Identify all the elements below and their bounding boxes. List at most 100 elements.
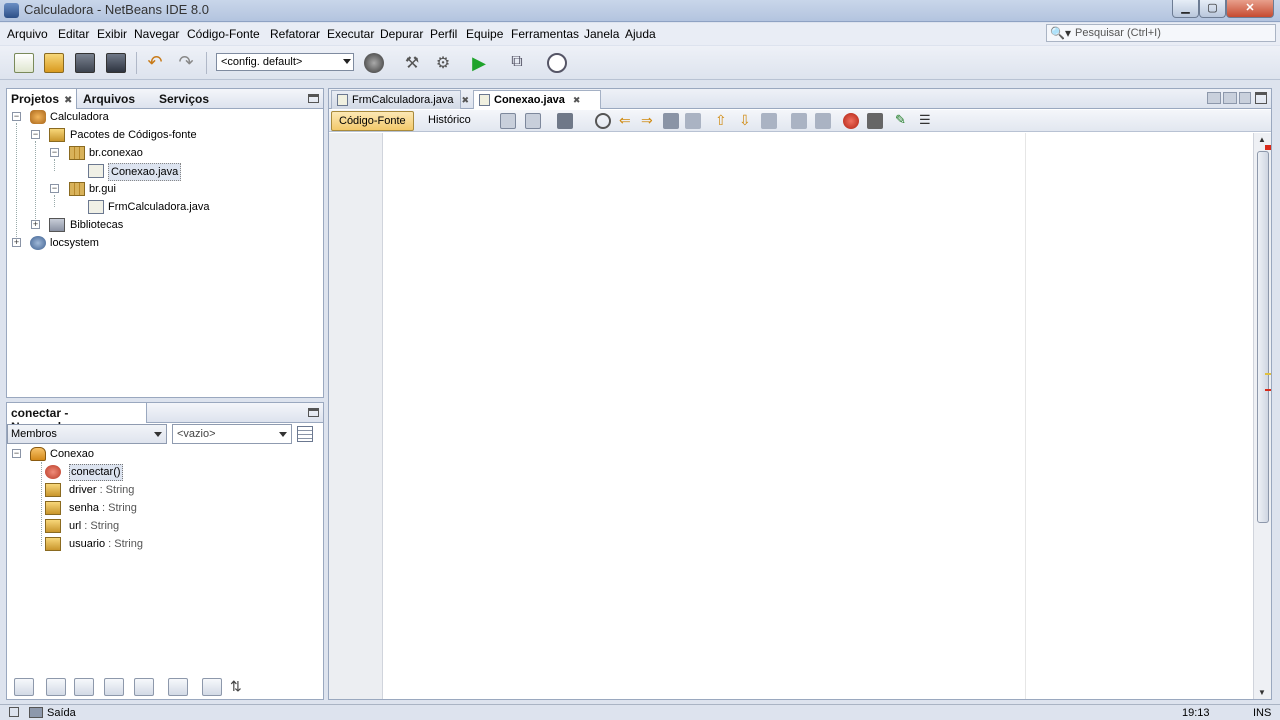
- sort-icon[interactable]: [168, 678, 188, 696]
- navigator-view-icon[interactable]: [297, 426, 313, 442]
- sort-by-name-icon[interactable]: [202, 678, 222, 696]
- tree-item-br-conexao[interactable]: − br.conexao: [11, 144, 211, 162]
- menu-ferramentas[interactable]: Ferramentas: [511, 27, 579, 41]
- menu-ajuda[interactable]: Ajuda: [625, 27, 656, 41]
- nav-item-member[interactable]: usuario : String: [12, 535, 232, 553]
- back-icon[interactable]: [525, 113, 541, 129]
- expand-toggle[interactable]: +: [31, 220, 40, 229]
- toggle-bookmark-icon[interactable]: [761, 113, 777, 129]
- next-bookmark-icon[interactable]: ⇩: [739, 113, 755, 129]
- find-icon[interactable]: [595, 113, 611, 129]
- collapse-toggle[interactable]: −: [50, 148, 59, 157]
- scroll-tabs-left-icon[interactable]: [1207, 92, 1221, 104]
- shift-right-icon[interactable]: [815, 113, 831, 129]
- minimize-panel-icon[interactable]: [308, 94, 319, 103]
- previous-bookmark-icon[interactable]: ⇧: [715, 113, 731, 129]
- menu-executar[interactable]: Executar: [327, 27, 374, 41]
- minimize-button[interactable]: ▁: [1172, 0, 1199, 18]
- menu-codigo-fonte[interactable]: Código-Fonte: [187, 27, 260, 41]
- close-icon[interactable]: ✖: [573, 95, 581, 105]
- save-all-icon[interactable]: [106, 53, 126, 73]
- collapse-toggle[interactable]: −: [12, 449, 21, 458]
- tree-item-locsystem[interactable]: + locsystem: [11, 234, 211, 252]
- forward-icon[interactable]: [557, 113, 573, 129]
- tree-item-source-packages[interactable]: − Pacotes de Códigos-fonte: [11, 126, 261, 144]
- nav-item-conexao[interactable]: − Conexao: [12, 445, 212, 463]
- start-macro-icon[interactable]: [843, 113, 859, 129]
- menu-refatorar[interactable]: Refatorar: [270, 27, 320, 41]
- tree-item-conexao-java[interactable]: Conexao.java: [11, 162, 211, 181]
- build-icon[interactable]: ⚒: [402, 53, 422, 73]
- nav-item-member[interactable]: driver : String: [12, 481, 232, 499]
- show-nonpublic-icon[interactable]: [104, 678, 124, 696]
- tree-item-calculadora[interactable]: − Calculadora: [11, 108, 211, 126]
- tab-frmcalculadora[interactable]: FrmCalculadora.java ✖: [331, 90, 469, 109]
- undo-icon[interactable]: ↶: [145, 53, 165, 73]
- run-icon[interactable]: ▶: [469, 53, 489, 73]
- close-button[interactable]: ✕: [1226, 0, 1274, 18]
- find-next-icon[interactable]: ⇒: [641, 113, 657, 129]
- menu-arquivo[interactable]: Arquivo: [7, 27, 48, 41]
- collapse-toggle[interactable]: −: [31, 130, 40, 139]
- members-filter-select[interactable]: Membros: [7, 424, 167, 444]
- menu-equipe[interactable]: Equipe: [466, 27, 503, 41]
- configuration-select[interactable]: <config. default>: [216, 53, 354, 71]
- maximize-editor-icon[interactable]: [1255, 92, 1267, 104]
- tab-conexao[interactable]: Conexao.java ✖: [473, 90, 601, 109]
- nav-item-member[interactable]: conectar(): [12, 463, 232, 481]
- uncomment-icon[interactable]: ☰: [919, 113, 935, 129]
- shift-left-icon[interactable]: [791, 113, 807, 129]
- tree-item-br-gui[interactable]: − br.gui: [11, 180, 211, 198]
- new-project-icon[interactable]: [44, 53, 64, 73]
- tab-arquivos[interactable]: Arquivos: [79, 89, 153, 109]
- menu-depurar[interactable]: Depurar: [380, 27, 423, 41]
- maximize-button[interactable]: ▢: [1199, 0, 1226, 18]
- history-view-button[interactable]: Histórico: [421, 111, 478, 131]
- show-inner-classes-icon[interactable]: [134, 678, 154, 696]
- expand-toggle[interactable]: +: [12, 238, 21, 247]
- show-inherited-icon[interactable]: [14, 678, 34, 696]
- scroll-tabs-right-icon[interactable]: [1223, 92, 1237, 104]
- show-opened-docs-icon[interactable]: [1239, 92, 1251, 104]
- web-browser-icon[interactable]: [364, 53, 384, 73]
- debug-icon[interactable]: ⧉: [507, 53, 527, 73]
- close-icon[interactable]: ✖: [461, 95, 469, 105]
- minimize-panel-icon[interactable]: [308, 408, 319, 417]
- output-label[interactable]: Saída: [47, 707, 76, 719]
- nav-item-member[interactable]: url : String: [12, 517, 232, 535]
- collapse-all-icon[interactable]: ⇅: [230, 678, 250, 696]
- navigator-secondary-select[interactable]: <vazio>: [172, 424, 292, 444]
- menu-perfil[interactable]: Perfil: [430, 27, 457, 41]
- quick-search-input[interactable]: 🔍▾ Pesquisar (Ctrl+I): [1046, 24, 1276, 42]
- menu-editar[interactable]: Editar: [58, 27, 89, 41]
- comment-icon[interactable]: ✎: [895, 113, 911, 129]
- profile-icon[interactable]: [547, 53, 567, 73]
- source-view-button[interactable]: Código-Fonte: [331, 111, 414, 131]
- tab-servicos[interactable]: Serviços: [155, 89, 229, 109]
- open-project-icon[interactable]: [75, 53, 95, 73]
- status-toggle-icon[interactable]: [9, 707, 19, 717]
- menu-navegar[interactable]: Navegar: [134, 27, 179, 41]
- code-area[interactable]: [384, 133, 1254, 699]
- collapse-toggle[interactable]: −: [50, 184, 59, 193]
- tab-navigator[interactable]: conectar - Navegador✖: [7, 403, 147, 434]
- output-window-icon[interactable]: [29, 707, 43, 718]
- close-icon[interactable]: ✖: [64, 95, 72, 106]
- tab-projetos[interactable]: Projetos ✖: [7, 89, 77, 109]
- stop-macro-icon[interactable]: [867, 113, 883, 129]
- last-edit-icon[interactable]: [500, 113, 516, 129]
- tree-item-bibliotecas[interactable]: + Bibliotecas: [11, 216, 211, 234]
- toggle-highlight-icon[interactable]: [663, 113, 679, 129]
- clean-build-icon[interactable]: ⚙: [433, 53, 453, 73]
- find-previous-icon[interactable]: ⇐: [619, 113, 635, 129]
- collapse-toggle[interactable]: −: [12, 112, 21, 121]
- menu-exibir[interactable]: Exibir: [97, 27, 127, 41]
- redo-icon[interactable]: ↷: [176, 53, 196, 73]
- show-fields-icon[interactable]: [46, 678, 66, 696]
- toggle-rectangular-icon[interactable]: [685, 113, 701, 129]
- menu-janela[interactable]: Janela: [584, 27, 619, 41]
- new-file-icon[interactable]: [14, 53, 34, 73]
- show-static-icon[interactable]: [74, 678, 94, 696]
- nav-item-member[interactable]: senha : String: [12, 499, 232, 517]
- tree-item-frmcalculadora-java[interactable]: FrmCalculadora.java: [11, 198, 231, 216]
